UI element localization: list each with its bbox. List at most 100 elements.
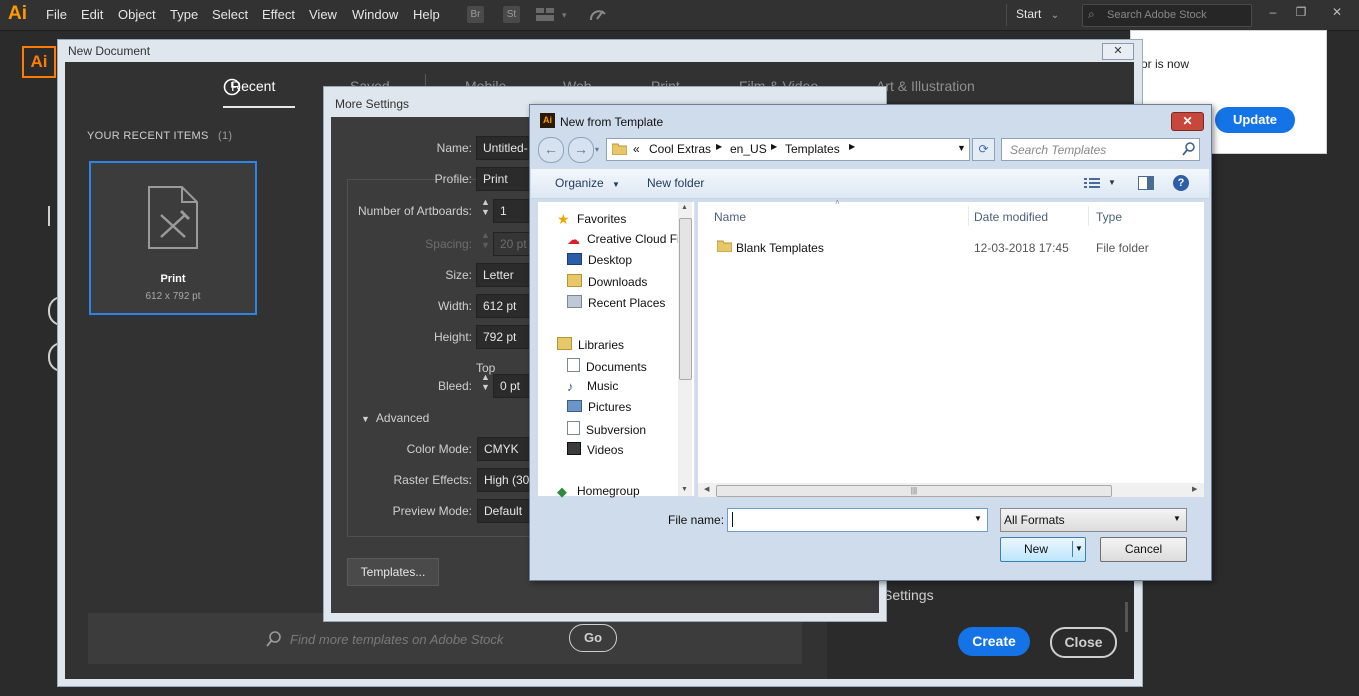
bridge-button[interactable]: Br xyxy=(467,6,484,23)
nav-recent-places[interactable]: Recent Places xyxy=(567,295,665,310)
scrollbar[interactable] xyxy=(1125,602,1128,632)
scroll-right-icon[interactable]: ▶ xyxy=(1192,485,1197,493)
downloads-icon xyxy=(567,274,582,287)
close-icon[interactable]: ✕ xyxy=(1330,5,1344,19)
chevron-down-icon[interactable]: ▾ xyxy=(562,10,567,21)
menu-view[interactable]: View xyxy=(309,7,337,22)
nav-pane-scrollbar[interactable]: ▲ ▼ xyxy=(678,202,692,496)
scroll-up-icon[interactable]: ▲ xyxy=(681,204,688,211)
menu-select[interactable]: Select xyxy=(212,7,248,22)
close-icon[interactable]: ✕ xyxy=(1171,112,1204,131)
nav-documents[interactable]: Documents xyxy=(567,358,647,374)
stock-search-placeholder[interactable]: Find more templates on Adobe Stock xyxy=(290,632,503,647)
column-divider[interactable] xyxy=(968,206,969,226)
nav-libraries[interactable]: Libraries xyxy=(557,337,624,352)
help-icon[interactable]: ? xyxy=(1173,175,1189,191)
view-options-icon[interactable] xyxy=(1084,177,1100,190)
subversion-icon xyxy=(567,421,580,435)
breadcrumb-cool-extras[interactable]: Cool Extras xyxy=(649,142,711,156)
desktop-icon xyxy=(567,253,582,265)
templates-button[interactable]: Templates... xyxy=(347,558,439,586)
go-button[interactable]: Go xyxy=(569,624,617,652)
breadcrumb-templates[interactable]: Templates xyxy=(785,142,840,156)
preview-pane-icon[interactable] xyxy=(1138,176,1154,190)
format-select[interactable]: All Formats ▼ xyxy=(1000,508,1187,532)
tab-art-illustration[interactable]: Art & Illustration xyxy=(876,78,975,94)
libraries-icon xyxy=(557,337,572,350)
breadcrumb-chevron-icon[interactable]: ▶ xyxy=(716,142,722,151)
breadcrumb-chevron-icon[interactable]: ▶ xyxy=(771,142,777,151)
horizontal-scrollbar[interactable]: ◀ ||| ▶ xyxy=(698,483,1204,497)
restore-icon[interactable]: ❐ xyxy=(1294,5,1308,19)
nav-music[interactable]: ♪ Music xyxy=(567,379,618,394)
file-name-cell[interactable]: Blank Templates xyxy=(736,241,824,255)
menu-window[interactable]: Window xyxy=(352,7,398,22)
update-button[interactable]: Update xyxy=(1215,107,1295,133)
workspace-switcher[interactable]: Start ⌄ xyxy=(1016,7,1059,21)
nav-subversion[interactable]: Subversion xyxy=(567,421,646,437)
chevron-down-icon[interactable]: ▼ xyxy=(957,143,966,153)
nav-creative-cloud[interactable]: ☁ Creative Cloud Fi xyxy=(567,232,685,246)
menu-edit[interactable]: Edit xyxy=(81,7,103,22)
back-arrow-icon[interactable]: ← xyxy=(538,137,564,163)
scroll-thumb[interactable] xyxy=(679,218,692,380)
new-folder-button[interactable]: New folder xyxy=(647,176,704,190)
scroll-thumb[interactable]: ||| xyxy=(716,485,1112,497)
menu-help[interactable]: Help xyxy=(413,7,440,22)
recent-items-title: YOUR RECENT ITEMS xyxy=(87,130,209,142)
close-button[interactable]: Close xyxy=(1050,627,1117,658)
tab-recent[interactable]: Recent xyxy=(231,78,275,94)
stock-button[interactable]: St xyxy=(503,6,520,23)
forward-arrow-icon[interactable]: → xyxy=(568,137,594,163)
nav-videos[interactable]: Videos xyxy=(567,442,623,457)
scroll-left-icon[interactable]: ◀ xyxy=(704,485,709,493)
cancel-button[interactable]: Cancel xyxy=(1100,537,1187,562)
file-name-input[interactable]: ▼ xyxy=(727,508,988,532)
recent-item-card[interactable]: Print 612 x 792 pt xyxy=(89,161,257,315)
menu-file[interactable]: File xyxy=(46,7,67,22)
minimize-icon[interactable]: – xyxy=(1266,5,1280,19)
stock-search-input[interactable]: ⌕ Search Adobe Stock xyxy=(1082,4,1252,27)
chevron-down-icon[interactable]: ▼ xyxy=(1108,178,1116,187)
nav-homegroup[interactable]: ◆ Homegroup xyxy=(557,484,640,499)
bleed-stepper[interactable]: ▲ ▼ xyxy=(481,372,490,392)
sort-ascending-icon: ˄ xyxy=(835,198,840,207)
more-settings-link[interactable]: Settings xyxy=(883,587,934,603)
column-header-type[interactable]: Type xyxy=(1096,210,1122,224)
arrange-documents-icon[interactable] xyxy=(536,8,554,21)
dialog-close-button[interactable]: ✕ xyxy=(1102,43,1134,60)
nav-desktop[interactable]: Desktop xyxy=(567,253,632,267)
nav-downloads-label: Downloads xyxy=(588,275,648,289)
column-header-date[interactable]: Date modified xyxy=(974,210,1048,224)
breadcrumb-prefix[interactable]: « xyxy=(633,142,640,156)
address-bar[interactable]: « Cool Extras ▶ en_US ▶ Templates ▶ ▼ xyxy=(606,138,970,161)
search-templates-input[interactable]: Search Templates xyxy=(1001,138,1200,161)
search-icon xyxy=(1182,142,1196,156)
menu-effect[interactable]: Effect xyxy=(262,7,295,22)
menu-type[interactable]: Type xyxy=(170,7,198,22)
chevron-down-icon[interactable]: ▼ xyxy=(974,514,982,523)
column-header-name[interactable]: Name xyxy=(714,210,746,224)
nav-favorites[interactable]: ★ Favorites xyxy=(557,211,626,227)
history-dropdown-icon[interactable]: ▾ xyxy=(595,145,599,154)
search-icon xyxy=(266,631,282,647)
nav-pictures[interactable]: Pictures xyxy=(567,400,631,414)
column-divider[interactable] xyxy=(1088,206,1089,226)
refresh-icon[interactable]: ⟳ xyxy=(972,138,995,161)
breadcrumb-chevron-icon[interactable]: ▶ xyxy=(849,142,855,151)
app-badge: Ai xyxy=(22,46,56,78)
scroll-down-icon[interactable]: ▼ xyxy=(681,486,688,493)
nav-documents-label: Documents xyxy=(586,360,647,374)
new-button[interactable]: New ▼ xyxy=(1000,537,1086,562)
nav-downloads[interactable]: Downloads xyxy=(567,274,647,289)
menu-object[interactable]: Object xyxy=(118,7,156,22)
create-button[interactable]: Create xyxy=(958,627,1030,656)
artboards-stepper[interactable]: ▲ ▼ xyxy=(481,197,490,217)
chevron-down-icon[interactable]: ▼ xyxy=(1075,544,1083,553)
advanced-toggle[interactable]: ▼ Advanced xyxy=(361,411,429,425)
gpu-performance-icon[interactable] xyxy=(588,6,608,24)
breadcrumb-en-us[interactable]: en_US xyxy=(730,142,767,156)
file-list: Name ˄ Date modified Type Blank Template… xyxy=(698,198,1204,497)
organize-menu[interactable]: Organize ▼ xyxy=(555,176,620,190)
chevron-down-icon: ▼ xyxy=(361,414,370,424)
